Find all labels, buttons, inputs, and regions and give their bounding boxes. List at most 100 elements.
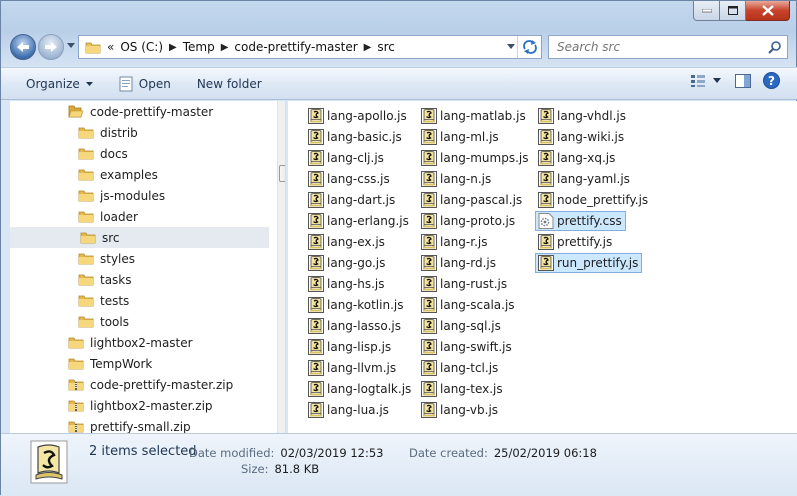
open-button[interactable]: Open [112,72,178,96]
file-item[interactable]: lang-matlab.js [418,106,530,126]
address-bar[interactable]: « OS (C:) ▶ Temp ▶ code-prettify-master … [78,35,542,59]
file-item[interactable]: lang-go.js [305,253,389,273]
file-item[interactable]: prettify.css [535,211,626,231]
tree-item-tests[interactable]: tests [78,290,129,311]
file-item[interactable]: lang-lasso.js [305,316,405,336]
tree-item-code-prettify-master[interactable]: code-prettify-master [68,101,213,122]
file-name: lang-scala.js [440,298,515,312]
breadcrumb-src[interactable]: src [377,40,395,54]
file-item[interactable]: lang-proto.js [418,211,519,231]
preview-pane-icon[interactable] [735,73,751,88]
file-item[interactable]: lang-clj.js [305,148,388,168]
file-item[interactable]: lang-yaml.js [535,169,634,189]
file-item[interactable]: lang-mumps.js [418,148,533,168]
back-button[interactable] [10,34,36,60]
breadcrumb-separator-icon[interactable]: ▶ [221,42,229,53]
minimize-button[interactable] [693,1,720,21]
maximize-button[interactable] [720,1,746,21]
file-name: lang-wiki.js [557,130,625,144]
tree-item-loader[interactable]: loader [78,206,138,227]
tree-item-styles[interactable]: styles [78,248,135,269]
tree-item-tasks[interactable]: tasks [78,269,132,290]
breadcrumb-separator-icon[interactable]: ▶ [364,42,372,53]
scroll-thumb[interactable] [279,165,285,182]
script-file-icon [421,255,437,271]
organize-button[interactable]: Organize [19,72,100,96]
file-item[interactable]: lang-ex.js [305,232,389,252]
tree-item-code-prettify-master-zip[interactable]: code-prettify-master.zip [68,374,233,395]
tree-item-tempwork[interactable]: TempWork [68,353,152,374]
tree-item-lightbox2-master-zip[interactable]: lightbox2-master.zip [68,395,213,416]
tree-item-js-modules[interactable]: js-modules [78,185,165,206]
folder-icon [78,127,94,139]
script-file-icon [538,234,554,250]
script-file-icon [421,108,437,124]
file-item[interactable]: lang-apollo.js [305,106,411,126]
view-options-chevron-icon[interactable] [713,78,721,83]
file-item[interactable]: prettify.js [535,232,616,252]
tree-item-tools[interactable]: tools [78,311,129,332]
file-item[interactable]: lang-dart.js [305,190,399,210]
file-item[interactable]: lang-wiki.js [535,127,628,147]
forward-button[interactable] [38,34,64,60]
breadcrumb-drive[interactable]: OS (C:) [120,40,163,54]
breadcrumb-code-prettify-master[interactable]: code-prettify-master [234,40,357,54]
tree-item-distrib[interactable]: distrib [78,122,138,143]
close-button[interactable] [746,1,790,21]
script-file-icon [308,276,324,292]
file-item[interactable]: lang-llvm.js [305,358,400,378]
file-item[interactable]: lang-rd.js [418,253,500,273]
tree-item-lightbox2-master[interactable]: lightbox2-master [68,332,193,353]
file-item[interactable]: lang-hs.js [305,274,389,294]
tree-item-label: tests [100,293,130,308]
script-file-icon [421,276,437,292]
forward-arrow-icon [45,42,57,52]
file-item[interactable]: lang-sql.js [418,316,505,336]
tree-item-prettify-small-zip[interactable]: prettify-small.zip [68,416,191,433]
file-item[interactable]: lang-swift.js [418,337,516,357]
file-item[interactable]: run_prettify.js [535,253,643,273]
breadcrumb-temp[interactable]: Temp [183,40,215,54]
file-name: lang-sql.js [440,319,501,333]
tree-item-label: TempWork [90,356,153,371]
script-file-icon [308,381,324,397]
tree-item-docs[interactable]: docs [78,143,128,164]
tree-item-examples[interactable]: examples [78,164,158,185]
tree-item-src[interactable]: src [10,227,269,248]
file-item[interactable]: lang-lua.js [305,400,393,420]
file-item[interactable]: lang-r.js [418,232,491,252]
tree-scrollbar[interactable] [277,101,285,433]
file-item[interactable]: lang-scala.js [418,295,519,315]
file-item[interactable]: lang-vb.js [418,400,502,420]
file-item[interactable]: lang-rust.js [418,274,511,294]
folder-icon [78,211,94,223]
change-view-icon[interactable] [691,74,705,87]
file-name: lang-logtalk.js [327,382,412,396]
file-item[interactable]: lang-tex.js [418,379,507,399]
file-item[interactable]: lang-vhdl.js [535,106,630,126]
file-item[interactable]: lang-pascal.js [418,190,526,210]
search-box[interactable] [548,35,788,59]
file-item[interactable]: lang-tcl.js [418,358,502,378]
chevron-down-icon [85,81,93,86]
breadcrumb-separator-icon[interactable]: ▶ [169,42,177,53]
new-folder-button[interactable]: New folder [190,72,269,96]
file-item[interactable]: lang-basic.js [305,127,406,147]
address-dropdown-chevron-icon[interactable] [507,44,515,49]
file-item[interactable]: lang-logtalk.js [305,379,415,399]
file-item[interactable]: lang-erlang.js [305,211,413,231]
file-item[interactable]: lang-xq.js [535,148,619,168]
address-overflow[interactable]: « [107,40,114,54]
recent-pages-chevron-icon[interactable] [67,43,75,48]
file-name: lang-proto.js [440,214,516,228]
file-item[interactable]: lang-ml.js [418,127,503,147]
file-item[interactable]: lang-kotlin.js [305,295,407,315]
search-input[interactable] [555,39,768,55]
file-item[interactable]: node_prettify.js [535,190,652,210]
help-icon[interactable]: ? [763,72,780,89]
search-icon[interactable] [768,40,781,54]
file-item[interactable]: lang-n.js [418,169,495,189]
file-item[interactable]: lang-lisp.js [305,337,395,357]
refresh-button[interactable] [517,36,541,58]
file-item[interactable]: lang-css.js [305,169,394,189]
